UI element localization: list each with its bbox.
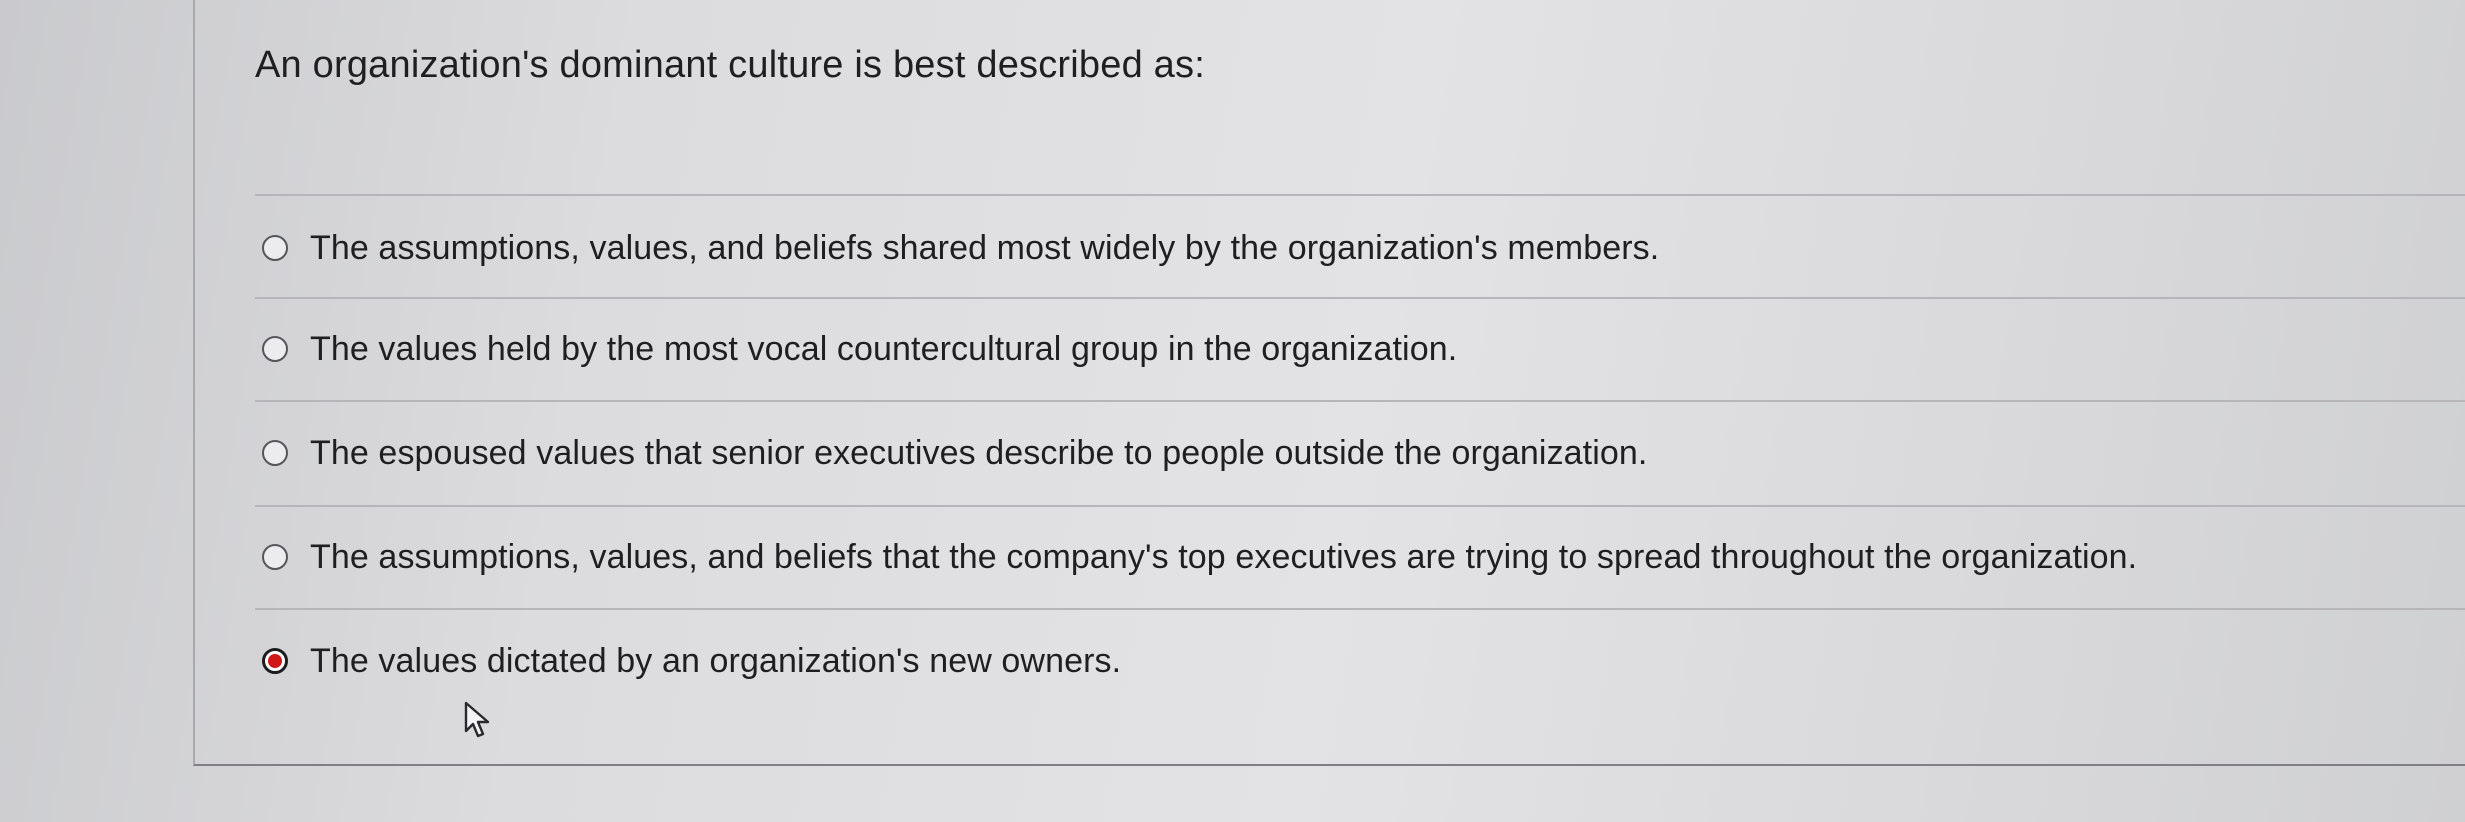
answer-option-3[interactable]: The espoused values that senior executiv… bbox=[262, 428, 1647, 478]
radio-button-icon[interactable] bbox=[262, 235, 288, 261]
divider bbox=[255, 400, 2465, 402]
screen-background: An organization's dominant culture is be… bbox=[0, 0, 2465, 822]
answer-option-1[interactable]: The assumptions, values, and beliefs sha… bbox=[262, 223, 1659, 273]
divider bbox=[255, 505, 2465, 507]
answer-option-2[interactable]: The values held by the most vocal counte… bbox=[262, 324, 1457, 374]
answer-option-label: The assumptions, values, and beliefs tha… bbox=[310, 537, 2138, 576]
divider bbox=[255, 297, 2465, 299]
answer-option-label: The espoused values that senior executiv… bbox=[310, 433, 1648, 472]
divider bbox=[255, 608, 2465, 610]
radio-selected-dot bbox=[268, 654, 282, 668]
radio-button-icon[interactable] bbox=[262, 544, 288, 570]
answer-option-5[interactable]: The values dictated by an organization's… bbox=[262, 636, 1121, 686]
answer-option-label: The values dictated by an organization's… bbox=[310, 641, 1122, 680]
answer-option-label: The values held by the most vocal counte… bbox=[310, 329, 1458, 368]
question-text: An organization's dominant culture is be… bbox=[255, 44, 1205, 86]
answer-option-4[interactable]: The assumptions, values, and beliefs tha… bbox=[262, 532, 2137, 582]
radio-button-selected-icon[interactable] bbox=[262, 648, 288, 674]
answer-option-label: The assumptions, values, and beliefs sha… bbox=[310, 228, 1660, 267]
divider bbox=[255, 194, 2465, 196]
mouse-pointer-icon bbox=[464, 701, 490, 738]
radio-button-icon[interactable] bbox=[262, 440, 288, 466]
radio-button-icon[interactable] bbox=[262, 336, 288, 362]
